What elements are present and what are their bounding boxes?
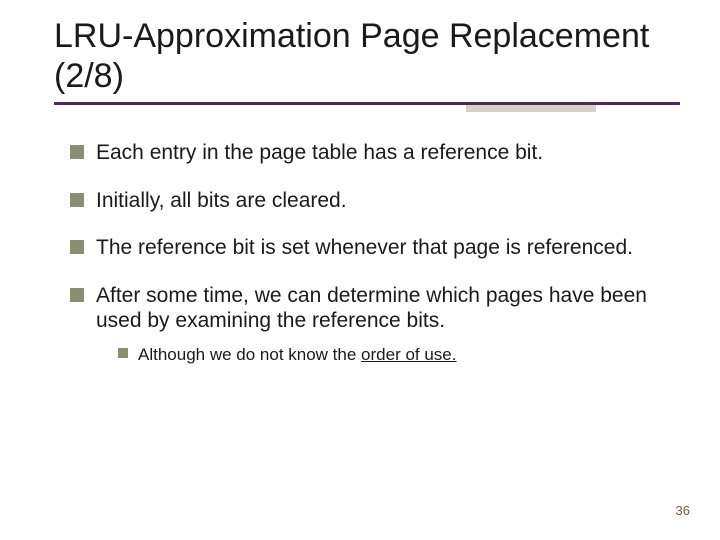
sub-bullet-list: Although we do not know the order of use… [96, 344, 670, 365]
list-item: The reference bit is set whenever that p… [70, 235, 670, 261]
underline-accent [466, 105, 596, 112]
sub-bullet-prefix: Although we do not know the [138, 345, 361, 364]
title-block: LRU-Approximation Page Replacement (2/8) [54, 16, 680, 114]
body-content: Each entry in the page table has a refer… [70, 140, 670, 387]
bullet-text: Initially, all bits are cleared. [96, 189, 347, 212]
list-item: Initially, all bits are cleared. [70, 188, 670, 214]
bullet-text: After some time, we can determine which … [96, 284, 647, 333]
bullet-list: Each entry in the page table has a refer… [70, 140, 670, 365]
title-underline [54, 102, 680, 114]
list-item: Each entry in the page table has a refer… [70, 140, 670, 166]
list-item: After some time, we can determine which … [70, 283, 670, 365]
list-item: Although we do not know the order of use… [118, 344, 670, 365]
bullet-text: Each entry in the page table has a refer… [96, 141, 543, 164]
slide: LRU-Approximation Page Replacement (2/8)… [0, 0, 720, 540]
slide-title: LRU-Approximation Page Replacement (2/8) [54, 16, 680, 96]
bullet-text: The reference bit is set whenever that p… [96, 236, 633, 259]
page-number: 36 [676, 503, 690, 518]
sub-bullet-order-phrase: order of use. [361, 345, 456, 364]
